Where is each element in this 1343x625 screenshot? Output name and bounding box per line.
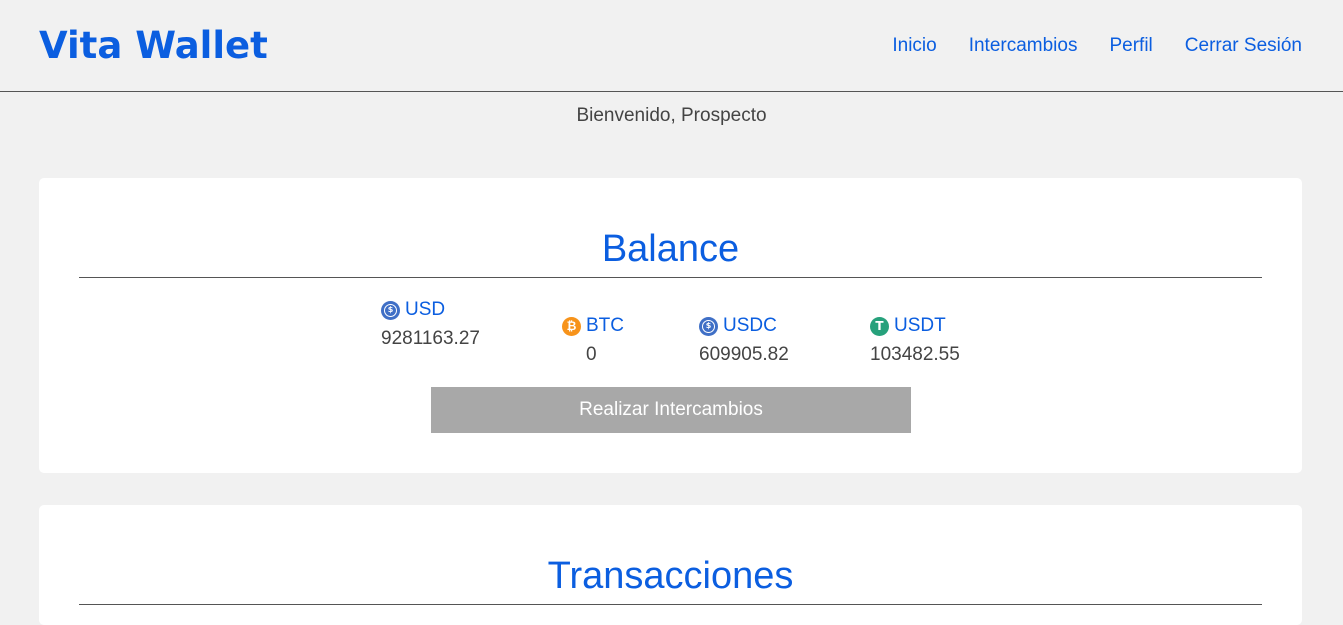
nav-link-intercambios[interactable]: Intercambios <box>969 33 1078 59</box>
usd-coin-icon: $ <box>381 300 400 320</box>
transactions-title: Transacciones <box>79 554 1262 605</box>
exchange-button[interactable]: Realizar Intercambios <box>431 387 911 433</box>
currency-code: USDT <box>894 315 946 336</box>
nav-link-inicio[interactable]: Inicio <box>892 33 936 59</box>
main-nav: Inicio Intercambios Perfil Cerrar Sesión <box>892 33 1302 59</box>
nav-link-cerrar-sesion[interactable]: Cerrar Sesión <box>1185 33 1302 59</box>
currency-code: USDC <box>723 315 777 336</box>
currency-amount: 103482.55 <box>870 344 960 365</box>
currency-btc: ₿ BTC 0 <box>562 314 624 367</box>
currency-usd-header: $ USD <box>381 298 480 322</box>
balance-title: Balance <box>79 227 1262 278</box>
currency-usdc: $ USDC 609905.82 <box>699 314 789 367</box>
currency-usd: $ USD 9281163.27 <box>381 298 480 351</box>
transactions-card: Transacciones <box>39 505 1302 625</box>
currency-amount: 9281163.27 <box>381 328 480 349</box>
top-navbar: Vita Wallet Inicio Intercambios Perfil C… <box>0 0 1343 92</box>
currency-code: USD <box>405 299 446 320</box>
currency-amount: 0 <box>586 344 597 365</box>
currency-usdt: T USDT 103482.55 <box>870 314 960 367</box>
currency-usdc-header: $ USDC <box>699 314 789 338</box>
welcome-message: Bienvenido, Prospecto <box>576 105 767 126</box>
app-logo[interactable]: Vita Wallet <box>39 24 268 68</box>
nav-link-perfil[interactable]: Perfil <box>1109 33 1152 59</box>
currency-usdt-header: T USDT <box>870 314 960 338</box>
currency-amount: 609905.82 <box>699 344 789 365</box>
usdc-icon: $ <box>699 316 718 336</box>
bitcoin-icon: ₿ <box>562 316 581 336</box>
tether-icon: T <box>870 316 889 336</box>
currency-btc-header: ₿ BTC <box>562 314 624 338</box>
currency-code: BTC <box>586 315 624 336</box>
balance-card: Balance $ USD 9281163.27 ₿ BTC 0 $ USDC … <box>39 178 1302 473</box>
